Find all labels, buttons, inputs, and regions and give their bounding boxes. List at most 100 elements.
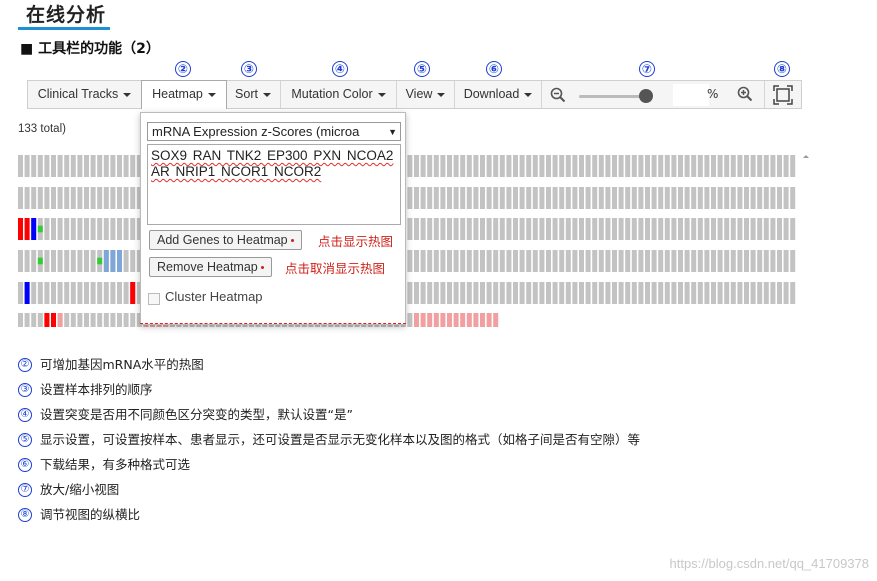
oncoprint-cell: [427, 155, 433, 177]
oncoprint-cell: [414, 250, 419, 272]
oncoprint-cell: [678, 282, 683, 304]
oncoprint-cell: [658, 218, 664, 240]
oncoprint-cell: [585, 218, 591, 240]
oncoprint-cell: [704, 187, 710, 209]
oncoprint-cell: [64, 218, 70, 240]
oncoprint-cell: [579, 155, 584, 177]
zoom-in-icon[interactable]: [737, 86, 753, 102]
oncoprint-cell: [750, 187, 756, 209]
remove-heatmap-button[interactable]: Remove Heatmap: [149, 257, 272, 277]
oncoprint-cell: [110, 218, 116, 240]
oncoprint-cell: [651, 282, 657, 304]
fit-to-view-icon[interactable]: [773, 85, 793, 105]
oncoprint-cell: [97, 313, 103, 327]
note-text: 设置样本排列的顺序: [40, 382, 153, 397]
caret-down-icon: [123, 92, 132, 97]
oncoprint-cell: [605, 187, 611, 209]
mutation-color-button[interactable]: Mutation Color: [281, 81, 397, 108]
oncoprint-cell: [110, 282, 116, 304]
clinical-tracks-label: Clinical Tracks: [37, 87, 119, 101]
view-button[interactable]: View: [397, 81, 455, 108]
expression-profile-select[interactable]: mRNA Expression z-Scores (microa ▼: [147, 122, 401, 141]
download-label: Download: [463, 87, 520, 101]
oncoprint-cell: [64, 250, 70, 272]
oncoprint-cell: [598, 187, 604, 209]
oncoprint-cell: [486, 250, 492, 272]
section-subheading: ■ 工具栏的功能（2）: [20, 41, 160, 57]
zoom-slider-handle[interactable]: [639, 89, 653, 103]
oncoprint-cell: [447, 155, 452, 177]
oncoprint-cell: [31, 282, 37, 304]
caret-down-icon: [377, 92, 386, 97]
oncoprint-alteration-cell: [117, 250, 122, 272]
oncoprint-cell: [103, 218, 109, 240]
oncoprint-cell: [427, 218, 433, 240]
oncoprint-cell: [783, 187, 789, 209]
cluster-heatmap-checkbox[interactable]: [148, 293, 160, 305]
oncoprint-alteration-cell: [130, 282, 136, 304]
oncoprint-cell: [407, 250, 413, 272]
oncoprint-cell: [770, 282, 776, 304]
oncoprint-alteration-cell: [24, 218, 30, 240]
oncoprint-cell: [513, 155, 518, 177]
toolbar-divider: [764, 81, 765, 108]
note-number: ⑤: [18, 432, 32, 447]
oncoprint-grid[interactable]: [18, 155, 810, 330]
oncoprint-cell: [526, 218, 532, 240]
heatmap-label: Heatmap: [152, 87, 203, 101]
oncoprint-cell: [631, 282, 637, 304]
add-genes-to-heatmap-button[interactable]: Add Genes to Heatmap: [149, 230, 302, 250]
mutation-color-label: Mutation Color: [291, 87, 373, 101]
oncoprint-cell: [447, 250, 452, 272]
sort-button[interactable]: Sort: [226, 81, 281, 108]
add-genes-label: Add Genes to Heatmap: [157, 233, 288, 247]
oncoprint-cell: [130, 250, 136, 272]
heatmap-button[interactable]: Heatmap: [141, 80, 227, 109]
genes-textarea[interactable]: SOX9 RAN TNK2 EP300 PXN NCOA2 AR NRIP1 N…: [147, 144, 401, 225]
clinical-tracks-button[interactable]: Clinical Tracks: [28, 81, 142, 108]
zoom-out-icon[interactable]: [550, 87, 566, 103]
oncoprint-cell: [513, 250, 518, 272]
oncoprint-cell: [763, 282, 769, 304]
oncoprint-cell: [24, 313, 30, 327]
oncoprint-cell: [18, 313, 23, 327]
oncoprint-cell: [631, 187, 637, 209]
note-number: ②: [18, 357, 32, 372]
oncoprint-cell: [711, 218, 716, 240]
oncoprint-alteration-cell: [37, 225, 43, 233]
oncoprint-cell: [473, 187, 479, 209]
oncoprint-cell: [440, 155, 446, 177]
sample-total-text: 133 total): [18, 123, 66, 135]
oncoprint-cell: [605, 250, 611, 272]
oncoprint-cell: [70, 187, 76, 209]
oncoprint-cell: [612, 155, 617, 177]
oncoprint-cell: [532, 218, 538, 240]
oncoprint-cell: [737, 218, 743, 240]
download-button[interactable]: Download: [455, 81, 542, 108]
oncoprint-cell: [757, 282, 763, 304]
oncoprint-cell: [97, 187, 103, 209]
oncoprint-cell: [598, 155, 604, 177]
oncoprint-cell: [453, 187, 459, 209]
oncoprint-cell: [546, 218, 551, 240]
oncoprint-cell: [506, 250, 512, 272]
oncoprint-cell: [730, 218, 736, 240]
oncoprint-cell: [51, 218, 56, 240]
oncoprint-cell: [123, 187, 129, 209]
oncoprint-cell: [559, 282, 565, 304]
oncoprint-cell: [579, 187, 584, 209]
oncoprint-cell: [433, 250, 439, 272]
oncoprint-alteration-cell: [18, 218, 23, 240]
oncoprint-cell: [453, 250, 459, 272]
oncoprint-cell: [24, 187, 30, 209]
oncoprint-cell: [453, 282, 459, 304]
oncoprint-cell: [103, 313, 109, 327]
note-text: 下载结果，有多种格式可选: [40, 457, 191, 472]
oncoprint-cell: [499, 155, 505, 177]
oncoprint-cell: [90, 187, 96, 209]
zoom-percent-input[interactable]: [673, 84, 709, 106]
oncoprint-cell: [592, 155, 598, 177]
oncoprint-cell: [97, 282, 103, 304]
oncoprint-cell: [539, 250, 545, 272]
oncoprint-cell: [526, 282, 532, 304]
